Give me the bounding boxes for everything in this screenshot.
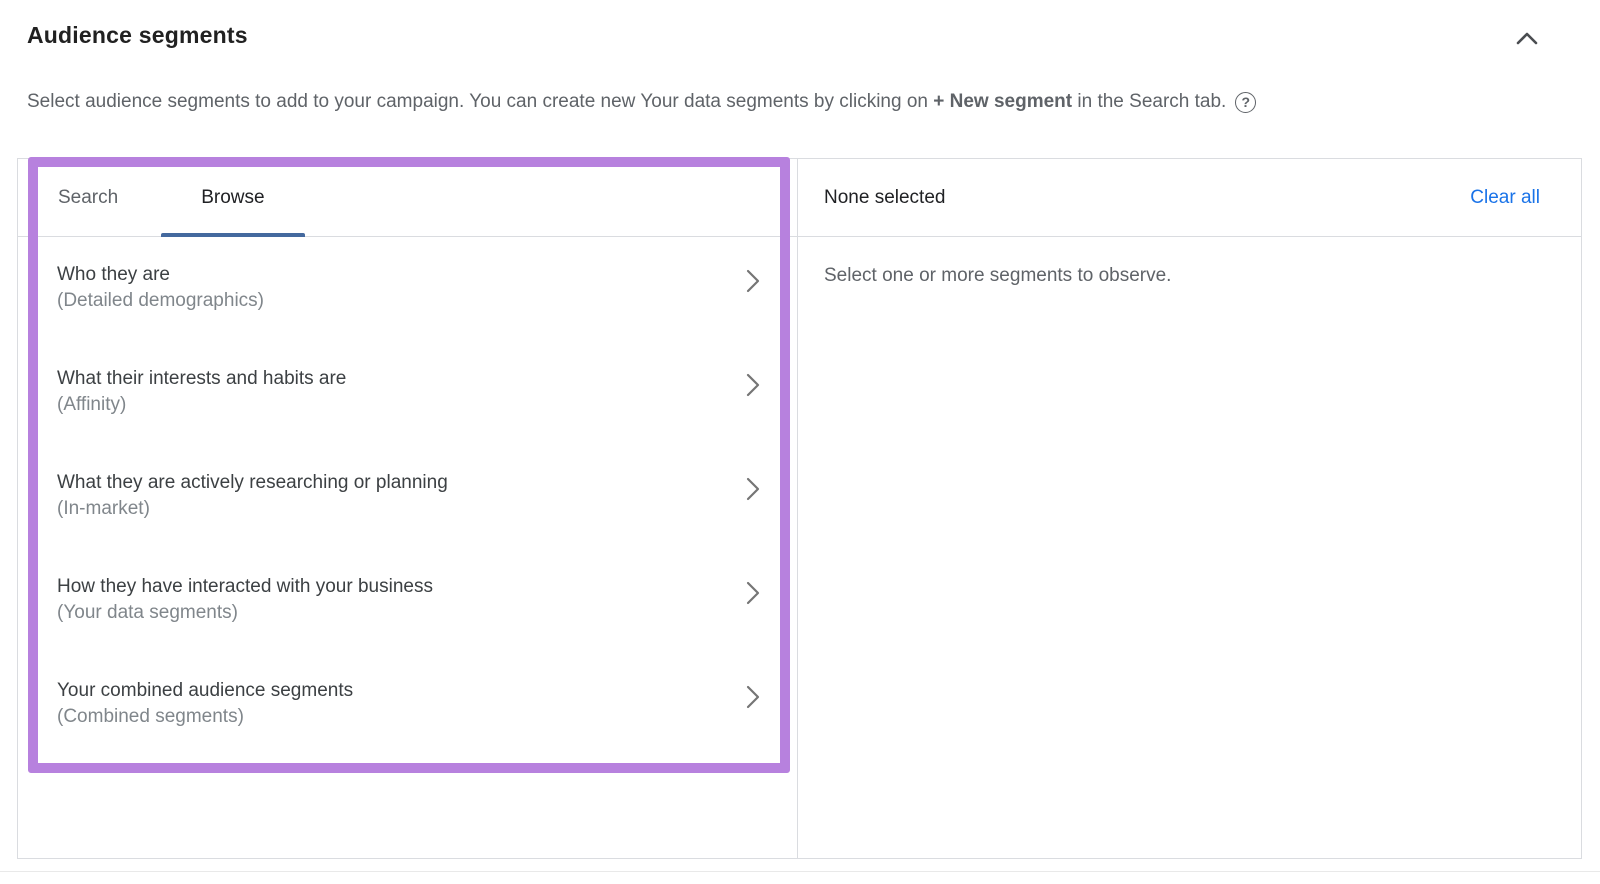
- audience-segments-card: Search Browse Who they are (Detailed dem…: [17, 158, 1582, 859]
- list-item-in-market[interactable]: What they are actively researching or pl…: [18, 445, 797, 549]
- list-item-subtitle: (Your data segments): [57, 602, 238, 623]
- list-item-combined-segments[interactable]: Your combined audience segments (Combine…: [18, 653, 797, 757]
- chevron-up-icon: [1512, 29, 1542, 49]
- tab-browse[interactable]: Browse: [161, 159, 305, 237]
- list-item-subtitle: (Detailed demographics): [57, 290, 264, 311]
- list-item-affinity[interactable]: What their interests and habits are (Aff…: [18, 341, 797, 445]
- picker-tabs: Search Browse: [18, 159, 797, 237]
- tab-search[interactable]: Search: [36, 159, 140, 236]
- description-text-suffix: in the Search tab.: [1072, 91, 1227, 112]
- browse-category-list: Who they are (Detailed demographics) Wha…: [18, 237, 797, 858]
- chevron-right-icon: [745, 373, 761, 397]
- collapse-section-button[interactable]: [1505, 22, 1549, 56]
- list-item-title: How they have interacted with your busin…: [57, 576, 433, 597]
- selection-empty-message: Select one or more segments to observe.: [824, 265, 1172, 286]
- segment-picker-panel: Search Browse Who they are (Detailed dem…: [18, 159, 798, 858]
- chevron-right-icon: [745, 685, 761, 709]
- selection-panel: None selected Clear all Select one or mo…: [798, 159, 1581, 858]
- chevron-right-icon: [745, 477, 761, 501]
- new-segment-emphasis: + New segment: [933, 91, 1073, 112]
- section-divider: [0, 871, 1600, 872]
- list-item-detailed-demographics[interactable]: Who they are (Detailed demographics): [18, 237, 797, 341]
- list-item-subtitle: (Affinity): [57, 394, 127, 415]
- selection-count-label: None selected: [824, 186, 946, 208]
- list-item-title: What they are actively researching or pl…: [57, 472, 448, 493]
- list-item-subtitle: (In-market): [57, 498, 150, 519]
- selection-header: None selected Clear all: [798, 159, 1581, 237]
- description-text: Select audience segments to add to your …: [27, 91, 934, 112]
- chevron-right-icon: [745, 581, 761, 605]
- list-item-your-data-segments[interactable]: How they have interacted with your busin…: [18, 549, 797, 653]
- list-item-title: Who they are: [57, 264, 170, 285]
- list-item-subtitle: (Combined segments): [57, 706, 244, 727]
- section-description: Select audience segments to add to your …: [27, 91, 1527, 113]
- help-icon[interactable]: ?: [1235, 91, 1257, 113]
- clear-all-button[interactable]: Clear all: [1470, 187, 1540, 209]
- tab-browse-label: Browse: [201, 186, 265, 208]
- page-title: Audience segments: [27, 22, 248, 48]
- list-item-title: What their interests and habits are: [57, 368, 347, 389]
- chevron-right-icon: [745, 269, 761, 293]
- list-item-title: Your combined audience segments: [57, 680, 354, 701]
